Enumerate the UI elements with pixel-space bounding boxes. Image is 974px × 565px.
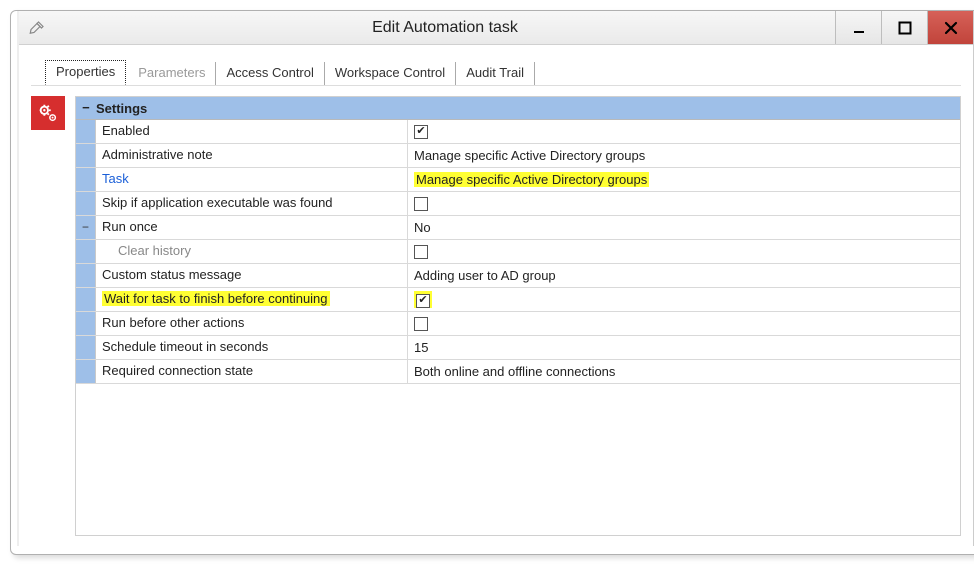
row-conn-state[interactable]: Required connection state Both online an… xyxy=(76,360,960,384)
label-wait-finish: Wait for task to finish before continuin… xyxy=(96,288,408,311)
value-custom-status[interactable]: Adding user to AD group xyxy=(408,264,960,287)
tab-access-control[interactable]: Access Control xyxy=(216,62,324,85)
client-area: Properties Parameters Access Control Wor… xyxy=(19,45,973,546)
window-title: Edit Automation task xyxy=(55,11,835,44)
titlebar: Edit Automation task xyxy=(19,11,973,45)
tabstrip: Properties Parameters Access Control Wor… xyxy=(31,59,961,85)
value-enabled[interactable] xyxy=(408,120,960,143)
tab-body: − Settings Enabled Administrative note M… xyxy=(31,85,961,536)
checkbox-clear-history[interactable] xyxy=(414,245,428,259)
row-wait-finish[interactable]: Wait for task to finish before continuin… xyxy=(76,288,960,312)
property-grid: − Settings Enabled Administrative note M… xyxy=(75,96,961,536)
row-run-before[interactable]: Run before other actions xyxy=(76,312,960,336)
label-conn-state: Required connection state xyxy=(96,360,408,383)
row-admin-note[interactable]: Administrative note Manage specific Acti… xyxy=(76,144,960,168)
value-schedule-timeout[interactable]: 15 xyxy=(408,336,960,359)
value-clear-history[interactable] xyxy=(408,240,960,263)
value-admin-note[interactable]: Manage specific Active Directory groups xyxy=(408,144,960,167)
minimize-button[interactable] xyxy=(835,11,881,44)
tab-properties[interactable]: Properties xyxy=(45,60,126,85)
close-button[interactable] xyxy=(927,11,973,44)
row-run-once[interactable]: − Run once No xyxy=(76,216,960,240)
gears-icon xyxy=(31,96,65,130)
value-task[interactable]: Manage specific Active Directory groups xyxy=(408,168,960,191)
caption-buttons xyxy=(835,11,973,44)
app-icon xyxy=(19,11,55,44)
label-clear-history: Clear history xyxy=(96,240,408,263)
row-skip-if-exe[interactable]: Skip if application executable was found xyxy=(76,192,960,216)
label-custom-status: Custom status message xyxy=(96,264,408,287)
checkbox-enabled[interactable] xyxy=(414,125,428,139)
label-enabled: Enabled xyxy=(96,120,408,143)
row-enabled[interactable]: Enabled xyxy=(76,120,960,144)
row-gutter xyxy=(76,120,96,143)
value-wait-finish[interactable] xyxy=(408,288,960,311)
checkbox-wait-finish[interactable] xyxy=(416,294,430,308)
tab-workspace-control[interactable]: Workspace Control xyxy=(325,62,456,85)
value-skip-if-exe[interactable] xyxy=(408,192,960,215)
dialog-window: Edit Automation task Properties Paramete… xyxy=(17,11,974,546)
label-run-before: Run before other actions xyxy=(96,312,408,335)
label-run-once: Run once xyxy=(96,216,408,239)
row-custom-status[interactable]: Custom status message Adding user to AD … xyxy=(76,264,960,288)
value-conn-state[interactable]: Both online and offline connections xyxy=(408,360,960,383)
maximize-button[interactable] xyxy=(881,11,927,44)
tab-parameters[interactable]: Parameters xyxy=(128,62,216,85)
section-title: Settings xyxy=(96,101,147,116)
row-task[interactable]: Task Manage specific Active Directory gr… xyxy=(76,168,960,192)
tab-audit-trail[interactable]: Audit Trail xyxy=(456,62,535,85)
section-header-settings[interactable]: − Settings xyxy=(76,97,960,120)
label-skip-if-exe: Skip if application executable was found xyxy=(96,192,408,215)
checkbox-run-before[interactable] xyxy=(414,317,428,331)
row-schedule-timeout[interactable]: Schedule timeout in seconds 15 xyxy=(76,336,960,360)
collapse-icon[interactable]: − xyxy=(76,101,96,116)
checkbox-skip-if-exe[interactable] xyxy=(414,197,428,211)
grid-empty-area xyxy=(76,384,960,535)
label-admin-note: Administrative note xyxy=(96,144,408,167)
label-task[interactable]: Task xyxy=(96,168,408,191)
label-schedule-timeout: Schedule timeout in seconds xyxy=(96,336,408,359)
expand-run-once-icon[interactable]: − xyxy=(76,216,96,239)
value-run-once[interactable]: No xyxy=(408,216,960,239)
value-run-before[interactable] xyxy=(408,312,960,335)
row-clear-history[interactable]: Clear history xyxy=(76,240,960,264)
